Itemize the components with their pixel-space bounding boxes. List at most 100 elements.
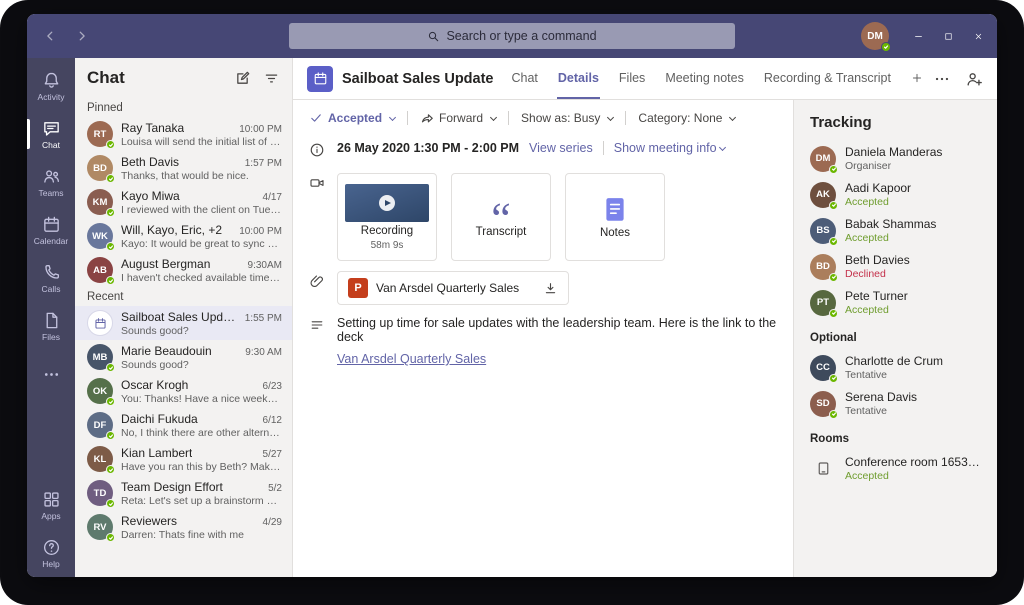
chat-timestamp: 9:30 AM (245, 347, 282, 358)
rail-item-calendar[interactable]: Calendar (27, 206, 75, 254)
recording-card[interactable]: Recording 58m 9s (337, 173, 437, 261)
rail-item-files[interactable]: Files (27, 302, 75, 350)
presence-available-icon (829, 273, 838, 282)
attachment-row: Van Arsdel Quarterly Sales (309, 271, 777, 305)
teams-icon (42, 167, 61, 186)
filter-icon[interactable] (263, 70, 280, 87)
attendee-row[interactable]: CC Charlotte de CrumTentative (810, 354, 981, 381)
view-series-link[interactable]: View series (529, 141, 593, 155)
attendee-row[interactable]: PT Pete TurnerAccepted (810, 289, 981, 316)
add-tab-button[interactable] (910, 58, 924, 99)
rail-item-calls[interactable]: Calls (27, 254, 75, 302)
apps-grid-icon (42, 490, 61, 509)
meeting-title: Sailboat Sales Update (342, 71, 494, 87)
more-icon (42, 365, 61, 384)
chat-name: Sailboat Sales Update (121, 310, 239, 324)
transcript-card[interactable]: Transcript (451, 173, 551, 261)
avatar: DM (810, 146, 836, 172)
chat-name: Kayo Miwa (121, 189, 180, 203)
chat-list-item[interactable]: BD Beth Davis1:57 PMThanks, that would b… (75, 151, 292, 185)
chat-list-item[interactable]: AB August Bergman9:30AMI haven't checked… (75, 253, 292, 287)
forward-button[interactable] (71, 25, 93, 47)
forward-dropdown[interactable]: Forward (420, 111, 496, 125)
user-avatar[interactable]: DM (861, 22, 889, 50)
maximize-button[interactable] (933, 14, 963, 58)
optional-section-label: Optional (810, 332, 981, 344)
chat-list-item[interactable]: DF Daichi Fukuda6/12No, I think there ar… (75, 408, 292, 442)
tab-chat[interactable]: Chat (511, 58, 539, 99)
attachment-chip[interactable]: Van Arsdel Quarterly Sales (337, 271, 569, 305)
attendee-status: Tentative (845, 369, 943, 381)
chat-list-item[interactable]: OK Oscar Krogh6/23You: Thanks! Have a ni… (75, 374, 292, 408)
tab-details[interactable]: Details (557, 58, 600, 99)
chat-list-item[interactable]: KM Kayo Miwa4/17I reviewed with the clie… (75, 185, 292, 219)
chat-list-item-selected[interactable]: Sailboat Sales Update1:55 PMSounds good? (75, 306, 292, 340)
tab-meeting-notes[interactable]: Meeting notes (664, 58, 745, 99)
presence-available-icon (106, 174, 115, 183)
chevron-down-icon (719, 143, 726, 150)
presence-available-icon (106, 363, 115, 372)
chat-list-item[interactable]: RT Ray Tanaka10:00 PMLouisa will send th… (75, 117, 292, 151)
more-options-icon[interactable] (933, 70, 951, 88)
titlebar: Search or type a command DM (27, 14, 997, 58)
attendee-row[interactable]: BD Beth DaviesDeclined (810, 253, 981, 280)
avatar: MB (87, 344, 113, 370)
meeting-description: Setting up time for sale updates with th… (337, 315, 777, 344)
rsvp-status-dropdown[interactable]: Accepted (309, 111, 395, 125)
chat-list-item[interactable]: TD Team Design Effort5/2Reta: Let's set … (75, 476, 292, 510)
attendee-name: Charlotte de Crum (845, 354, 943, 368)
add-participant-icon[interactable] (965, 70, 983, 88)
avatar: RT (87, 121, 113, 147)
room-row[interactable]: Conference room 16537/AV/13Accepted (810, 455, 981, 482)
avatar: OK (87, 378, 113, 404)
deck-link[interactable]: Van Arsdel Quarterly Sales (337, 352, 486, 366)
avatar: PT (810, 290, 836, 316)
chat-list-item[interactable]: WK Will, Kayo, Eric, +210:00 PMKayo: It … (75, 219, 292, 253)
rail-item-help[interactable]: Help (27, 529, 75, 577)
powerpoint-icon (348, 278, 368, 298)
description-row: Setting up time for sale updates with th… (309, 315, 777, 368)
search-input[interactable]: Search or type a command (289, 23, 735, 49)
attendee-row[interactable]: SD Serena DavisTentative (810, 390, 981, 417)
meeting-assets-row: Recording 58m 9s Transcript (309, 173, 777, 261)
show-as-dropdown[interactable]: Show as: Busy (521, 111, 613, 125)
chat-name: Ray Tanaka (121, 121, 184, 135)
chat-preview: Darren: Thats fine with me (121, 529, 282, 541)
download-icon[interactable] (543, 281, 558, 296)
category-dropdown[interactable]: Category: None (638, 111, 735, 125)
back-button[interactable] (39, 25, 61, 47)
meeting-toolbar: Accepted Forward Show as: Busy Category:… (293, 100, 793, 136)
rail-item-chat[interactable]: Chat (27, 110, 75, 158)
chat-icon (42, 119, 61, 138)
presence-available-icon (106, 140, 115, 149)
chat-list-item[interactable]: MB Marie Beaudouin9:30 AMSounds good? (75, 340, 292, 374)
attendee-row[interactable]: BS Babak ShammasAccepted (810, 217, 981, 244)
close-button[interactable] (963, 14, 993, 58)
new-chat-icon[interactable] (234, 70, 251, 87)
chat-timestamp: 10:00 PM (239, 226, 282, 237)
avatar: KL (87, 446, 113, 472)
rooms-section-label: Rooms (810, 433, 981, 445)
tab-recording-transcript[interactable]: Recording & Transcript (763, 58, 892, 99)
chat-preview: I haven't checked available times yet (121, 272, 282, 284)
presence-available-icon (829, 201, 838, 210)
attendee-row[interactable]: DM Daniela ManderasOrganiser (810, 145, 981, 172)
show-meeting-info-link[interactable]: Show meeting info (614, 141, 725, 155)
rail-item-activity[interactable]: Activity (27, 62, 75, 110)
presence-available-icon (829, 410, 838, 419)
notes-card[interactable]: Notes (565, 173, 665, 261)
tab-files[interactable]: Files (618, 58, 646, 99)
chat-list-item[interactable]: KL Kian Lambert5/27Have you ran this by … (75, 442, 292, 476)
room-status: Accepted (845, 470, 981, 482)
meeting-avatar (87, 310, 113, 336)
rail-item-apps[interactable]: Apps (27, 481, 75, 529)
minimize-button[interactable] (903, 14, 933, 58)
chat-list-item[interactable]: RV Reviewers4/29Darren: Thats fine with … (75, 510, 292, 544)
rail-item-more[interactable] (27, 350, 75, 398)
rail-item-teams[interactable]: Teams (27, 158, 75, 206)
file-icon (42, 311, 61, 330)
chevron-down-icon (490, 113, 497, 120)
chat-preview: Reta: Let's set up a brainstorm session … (121, 495, 282, 507)
attendee-row[interactable]: AK Aadi KapoorAccepted (810, 181, 981, 208)
chat-preview: Sounds good? (121, 359, 282, 371)
